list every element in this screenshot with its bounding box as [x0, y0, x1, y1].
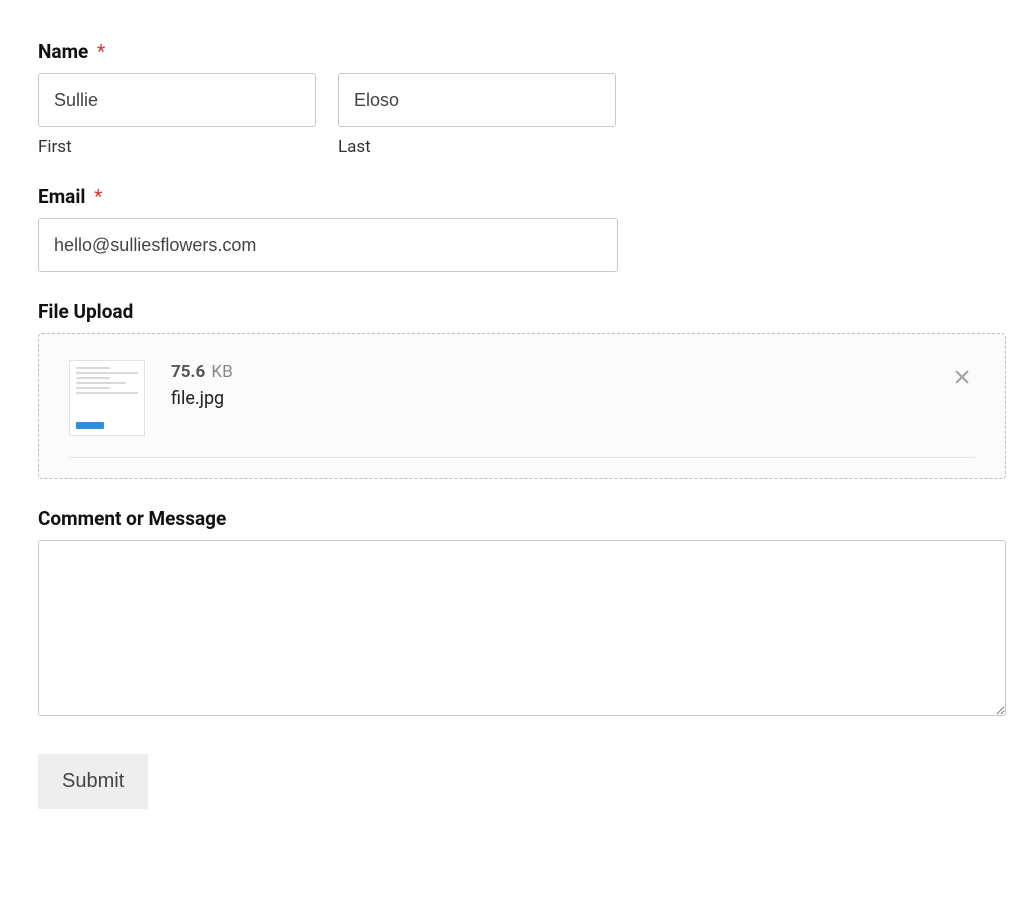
name-row: First Last — [38, 73, 986, 157]
email-label-text: Email — [38, 185, 85, 208]
first-name-sublabel: First — [38, 137, 316, 157]
first-name-input[interactable] — [38, 73, 316, 127]
file-size-number: 75.6 — [171, 362, 205, 382]
file-meta: 75.6 KB file.jpg — [171, 360, 233, 409]
last-name-input[interactable] — [338, 73, 616, 127]
email-input[interactable] — [38, 218, 618, 272]
file-name: file.jpg — [171, 388, 233, 409]
comment-field: Comment or Message — [38, 507, 986, 720]
email-field: Email * — [38, 185, 986, 272]
file-upload-label: File Upload — [38, 300, 986, 323]
uploaded-file-row: 75.6 KB file.jpg — [69, 360, 975, 458]
close-icon — [953, 368, 971, 386]
comment-textarea[interactable] — [38, 540, 1006, 716]
file-size-unit: KB — [211, 362, 232, 382]
last-name-col: Last — [338, 73, 616, 157]
file-upload-dropzone[interactable]: 75.6 KB file.jpg — [38, 333, 1006, 479]
required-marker: * — [94, 185, 102, 208]
required-marker: * — [97, 40, 105, 63]
comment-label: Comment or Message — [38, 507, 986, 530]
name-field: Name * First Last — [38, 40, 986, 157]
remove-file-button[interactable] — [947, 362, 977, 392]
file-thumbnail — [69, 360, 145, 436]
first-name-col: First — [38, 73, 316, 157]
file-size: 75.6 KB — [171, 362, 233, 382]
name-label-text: Name — [38, 40, 88, 63]
name-label: Name * — [38, 40, 986, 63]
last-name-sublabel: Last — [338, 137, 616, 157]
file-upload-field: File Upload 75.6 KB file.jpg — [38, 300, 986, 479]
email-label: Email * — [38, 185, 986, 208]
submit-button[interactable]: Submit — [38, 754, 148, 809]
